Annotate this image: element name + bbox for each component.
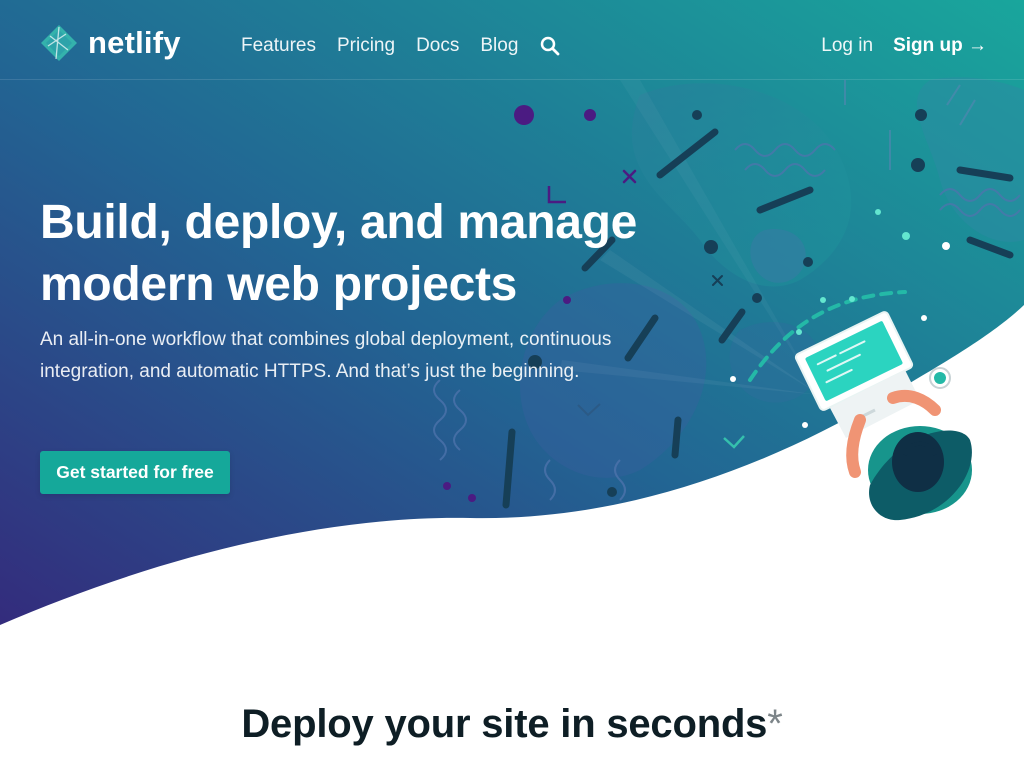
site-header: netlify Features Pricing Docs Blog Log i… <box>0 0 1024 80</box>
section-title-mark: * <box>767 702 783 746</box>
hero-background <box>0 0 1024 640</box>
signup-link[interactable]: Sign up → <box>893 34 987 58</box>
netlify-logo[interactable]: netlify <box>40 24 181 62</box>
hero: netlify Features Pricing Docs Blog Log i… <box>0 0 1024 640</box>
hero-lede: An all-in-one workflow that combines glo… <box>40 329 612 382</box>
section-title-text: Deploy your site in seconds <box>241 702 768 746</box>
nav-pricing[interactable]: Pricing <box>337 34 395 58</box>
login-link[interactable]: Log in <box>821 34 873 58</box>
logo-text: netlify <box>88 25 181 60</box>
section-title: Deploy your site in seconds* <box>0 698 1024 750</box>
search-icon[interactable] <box>539 35 561 57</box>
nav-docs[interactable]: Docs <box>416 34 459 58</box>
netlify-logo-icon <box>41 25 77 61</box>
nav-features[interactable]: Features <box>241 34 316 58</box>
auth-links: Log in Sign up → <box>821 34 987 58</box>
nav-blog[interactable]: Blog <box>480 34 518 58</box>
hero-headline: Build, deploy, and manage modern web pro… <box>40 196 638 311</box>
main-nav: Features Pricing Docs Blog <box>241 34 561 58</box>
get-started-button[interactable]: Get started for free <box>40 451 230 494</box>
netlify-home: netlify Features Pricing Docs Blog Log i… <box>0 0 1024 768</box>
